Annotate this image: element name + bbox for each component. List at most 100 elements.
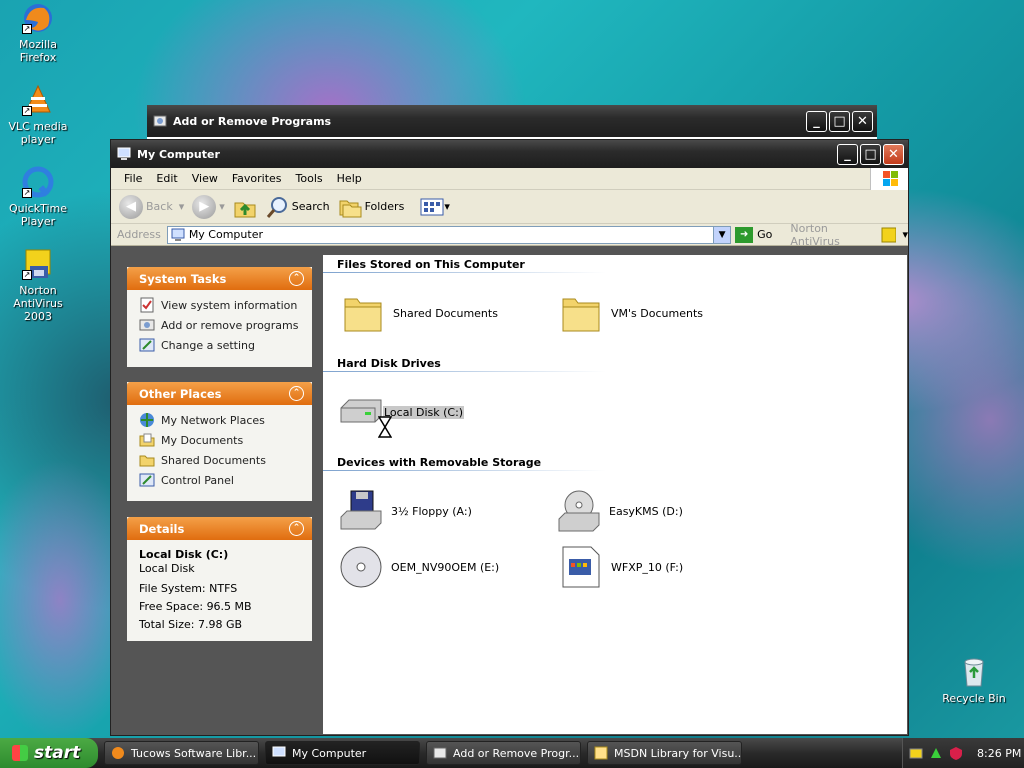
vlc-icon: ↗: [22, 84, 54, 116]
folder-shared-documents[interactable]: Shared Documents: [341, 291, 498, 335]
maximize-button[interactable]: □: [860, 143, 881, 165]
network-tray-icon[interactable]: [909, 746, 923, 760]
menu-view[interactable]: View: [185, 172, 225, 185]
detail-free-space: Free Space: 96.5 MB: [139, 600, 252, 613]
folder-vms-documents[interactable]: VM's Documents: [559, 291, 703, 335]
place-my-documents[interactable]: My Documents: [127, 430, 312, 450]
up-folder-button[interactable]: [233, 195, 257, 219]
my-computer-icon: [117, 147, 131, 160]
back-button[interactable]: ◀ Back ▾: [119, 194, 184, 219]
taskbar-item-add-remove-programs[interactable]: Add or Remove Progr...: [426, 741, 581, 765]
my-computer-icon: [171, 228, 185, 241]
msdn-library-icon: [594, 746, 608, 760]
system-info-icon: [140, 297, 154, 313]
drive-floppy-a[interactable]: 3½ Floppy (A:): [339, 489, 472, 533]
maximize-button[interactable]: □: [829, 110, 850, 132]
collapse-chevron-icon[interactable]: ⌃: [289, 271, 304, 286]
hourglass-icon: [378, 416, 392, 438]
drive-oem-e[interactable]: OEM_NV90OEM (E:): [339, 545, 499, 589]
add-remove-programs-icon: [433, 747, 447, 759]
start-button[interactable]: start: [0, 738, 98, 768]
section-divider: [323, 272, 606, 273]
search-button[interactable]: Search: [265, 195, 330, 219]
content-pane: Files Stored on This Computer Shared Doc…: [323, 255, 907, 734]
safely-remove-hardware-icon[interactable]: [929, 746, 943, 760]
norton-antivirus-toolbar[interactable]: Norton AntiVirus: [790, 222, 875, 248]
address-dropdown-button[interactable]: ▼: [713, 226, 731, 243]
drive-local-disk-c[interactable]: Local Disk (C:): [339, 390, 465, 438]
folder-icon: [139, 455, 155, 467]
windows-logo-icon: [870, 168, 908, 190]
folder-icon: [344, 298, 382, 332]
cd-drive-icon: [558, 490, 600, 532]
system-tasks-header[interactable]: System Tasks ⌃: [127, 267, 312, 290]
menu-file[interactable]: File: [117, 172, 149, 185]
desktop-icon-vlc[interactable]: ↗ VLC media player: [0, 84, 76, 146]
section-divider: [323, 470, 606, 471]
desktop-icon-firefox[interactable]: ↗ Mozilla Firefox: [0, 2, 76, 64]
menu-help[interactable]: Help: [330, 172, 369, 185]
views-button[interactable]: ▾: [420, 197, 450, 217]
drive-easykms-d[interactable]: EasyKMS (D:): [557, 489, 683, 533]
go-button[interactable]: ➜ Go: [735, 226, 772, 243]
address-bar: Address My Computer ▼ ➜ Go Norton AntiVi…: [111, 222, 908, 248]
place-shared-documents[interactable]: Shared Documents: [127, 450, 312, 470]
place-my-network-places[interactable]: My Network Places: [127, 410, 312, 430]
title-bar[interactable]: My Computer _ □ ✕: [111, 140, 908, 168]
menu-bar: File Edit View Favorites Tools Help: [111, 168, 908, 190]
firefox-icon: ↗: [22, 2, 54, 34]
task-change-setting[interactable]: Change a setting: [127, 335, 312, 355]
collapse-chevron-icon[interactable]: ⌃: [289, 521, 304, 536]
task-view-system-info[interactable]: View system information: [127, 295, 312, 315]
menu-edit[interactable]: Edit: [149, 172, 184, 185]
section-heading: Devices with Removable Storage: [337, 456, 542, 469]
other-places-header[interactable]: Other Places ⌃: [127, 382, 312, 405]
title-bar[interactable]: Add or Remove Programs _ □ ✕: [147, 105, 877, 137]
desktop-icon-label: Mozilla Firefox: [19, 38, 57, 64]
desktop-icon-norton[interactable]: ↗ Norton AntiVirus 2003: [0, 248, 76, 323]
task-add-remove-programs[interactable]: Add or remove programs: [127, 315, 312, 335]
taskbar-item-my-computer[interactable]: My Computer: [265, 741, 420, 765]
norton-toolbar-icon[interactable]: [881, 227, 897, 243]
detail-file-system: File System: NTFS: [139, 582, 238, 595]
desktop-icon-label: QuickTime Player: [8, 202, 68, 228]
taskbar-item-msdn-library[interactable]: MSDN Library for Visu...: [587, 741, 742, 765]
forward-button[interactable]: ▶ ▾: [192, 194, 225, 219]
my-computer-window[interactable]: My Computer _ □ ✕ File Edit View Favorit…: [110, 139, 909, 736]
minimize-button[interactable]: _: [837, 143, 858, 165]
minimize-button[interactable]: _: [806, 110, 827, 132]
norton-shield-icon[interactable]: [949, 746, 963, 760]
back-arrow-icon: ◀: [119, 194, 143, 219]
menu-favorites[interactable]: Favorites: [225, 172, 289, 185]
cd-drive-icon: [340, 546, 382, 588]
my-computer-icon: [272, 746, 286, 757]
close-button[interactable]: ✕: [883, 143, 904, 165]
folders-button[interactable]: Folders: [338, 195, 404, 219]
place-control-panel[interactable]: Control Panel: [127, 470, 312, 490]
taskbar-item-tucows[interactable]: Tucows Software Libr...: [104, 741, 259, 765]
section-divider: [323, 371, 606, 372]
drive-wfxp-f[interactable]: WFXP_10 (F:): [559, 545, 683, 589]
clock[interactable]: 8:26 PM: [977, 747, 1021, 760]
desktop-icon-label: Norton AntiVirus 2003: [13, 284, 63, 323]
detail-total-size: Total Size: 7.98 GB: [139, 618, 243, 631]
section-heading: Files Stored on This Computer: [337, 258, 525, 271]
desktop-icon-label: VLC media player: [8, 120, 68, 146]
collapse-chevron-icon[interactable]: ⌃: [289, 386, 304, 401]
task-pane: System Tasks ⌃ View system information A…: [112, 255, 323, 734]
control-panel-icon: [139, 338, 155, 352]
desktop-icon-label: Recycle Bin: [942, 692, 1006, 705]
details-header[interactable]: Details ⌃: [127, 517, 312, 540]
menu-tools[interactable]: Tools: [289, 172, 330, 185]
desktop-icon-recycle-bin[interactable]: Recycle Bin: [936, 656, 1012, 705]
taskbar: start Tucows Software Libr... My Compute…: [0, 738, 1024, 768]
desktop-icon-quicktime[interactable]: ↗ QuickTime Player: [0, 166, 76, 228]
close-button[interactable]: ✕: [852, 110, 873, 132]
application-file-icon: [562, 546, 600, 588]
floppy-drive-icon: [340, 490, 382, 530]
network-places-icon: [140, 413, 154, 427]
address-input[interactable]: My Computer ▼: [166, 225, 732, 244]
address-label: Address: [117, 228, 161, 241]
system-tasks-panel: System Tasks ⌃ View system information A…: [127, 267, 312, 367]
quicktime-icon: ↗: [22, 166, 54, 198]
